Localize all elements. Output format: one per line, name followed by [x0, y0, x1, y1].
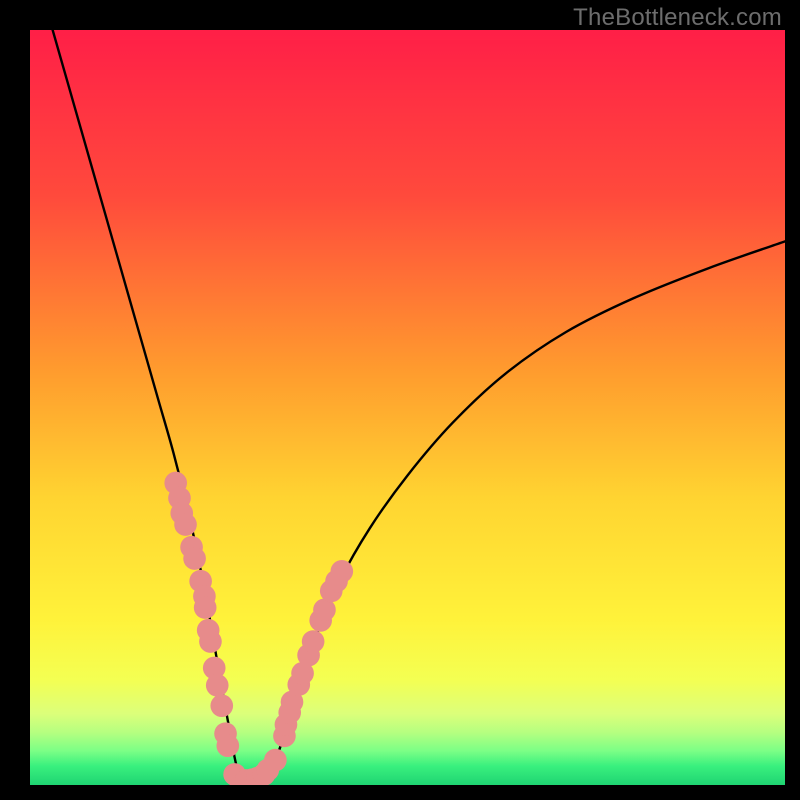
data-point [206, 674, 229, 697]
data-point [174, 513, 197, 536]
data-point [194, 596, 217, 619]
data-point [264, 749, 287, 772]
watermark-text: TheBottleneck.com [573, 4, 782, 32]
curve-layer [30, 30, 785, 785]
bottleneck-curve [53, 30, 785, 784]
data-point [330, 560, 353, 583]
plot-area [30, 30, 785, 785]
chart-frame: TheBottleneck.com [0, 0, 800, 800]
data-points [164, 472, 353, 785]
data-point [302, 630, 325, 653]
data-point [183, 547, 206, 570]
data-point [199, 630, 222, 653]
data-point [210, 694, 233, 717]
data-point [216, 734, 239, 757]
